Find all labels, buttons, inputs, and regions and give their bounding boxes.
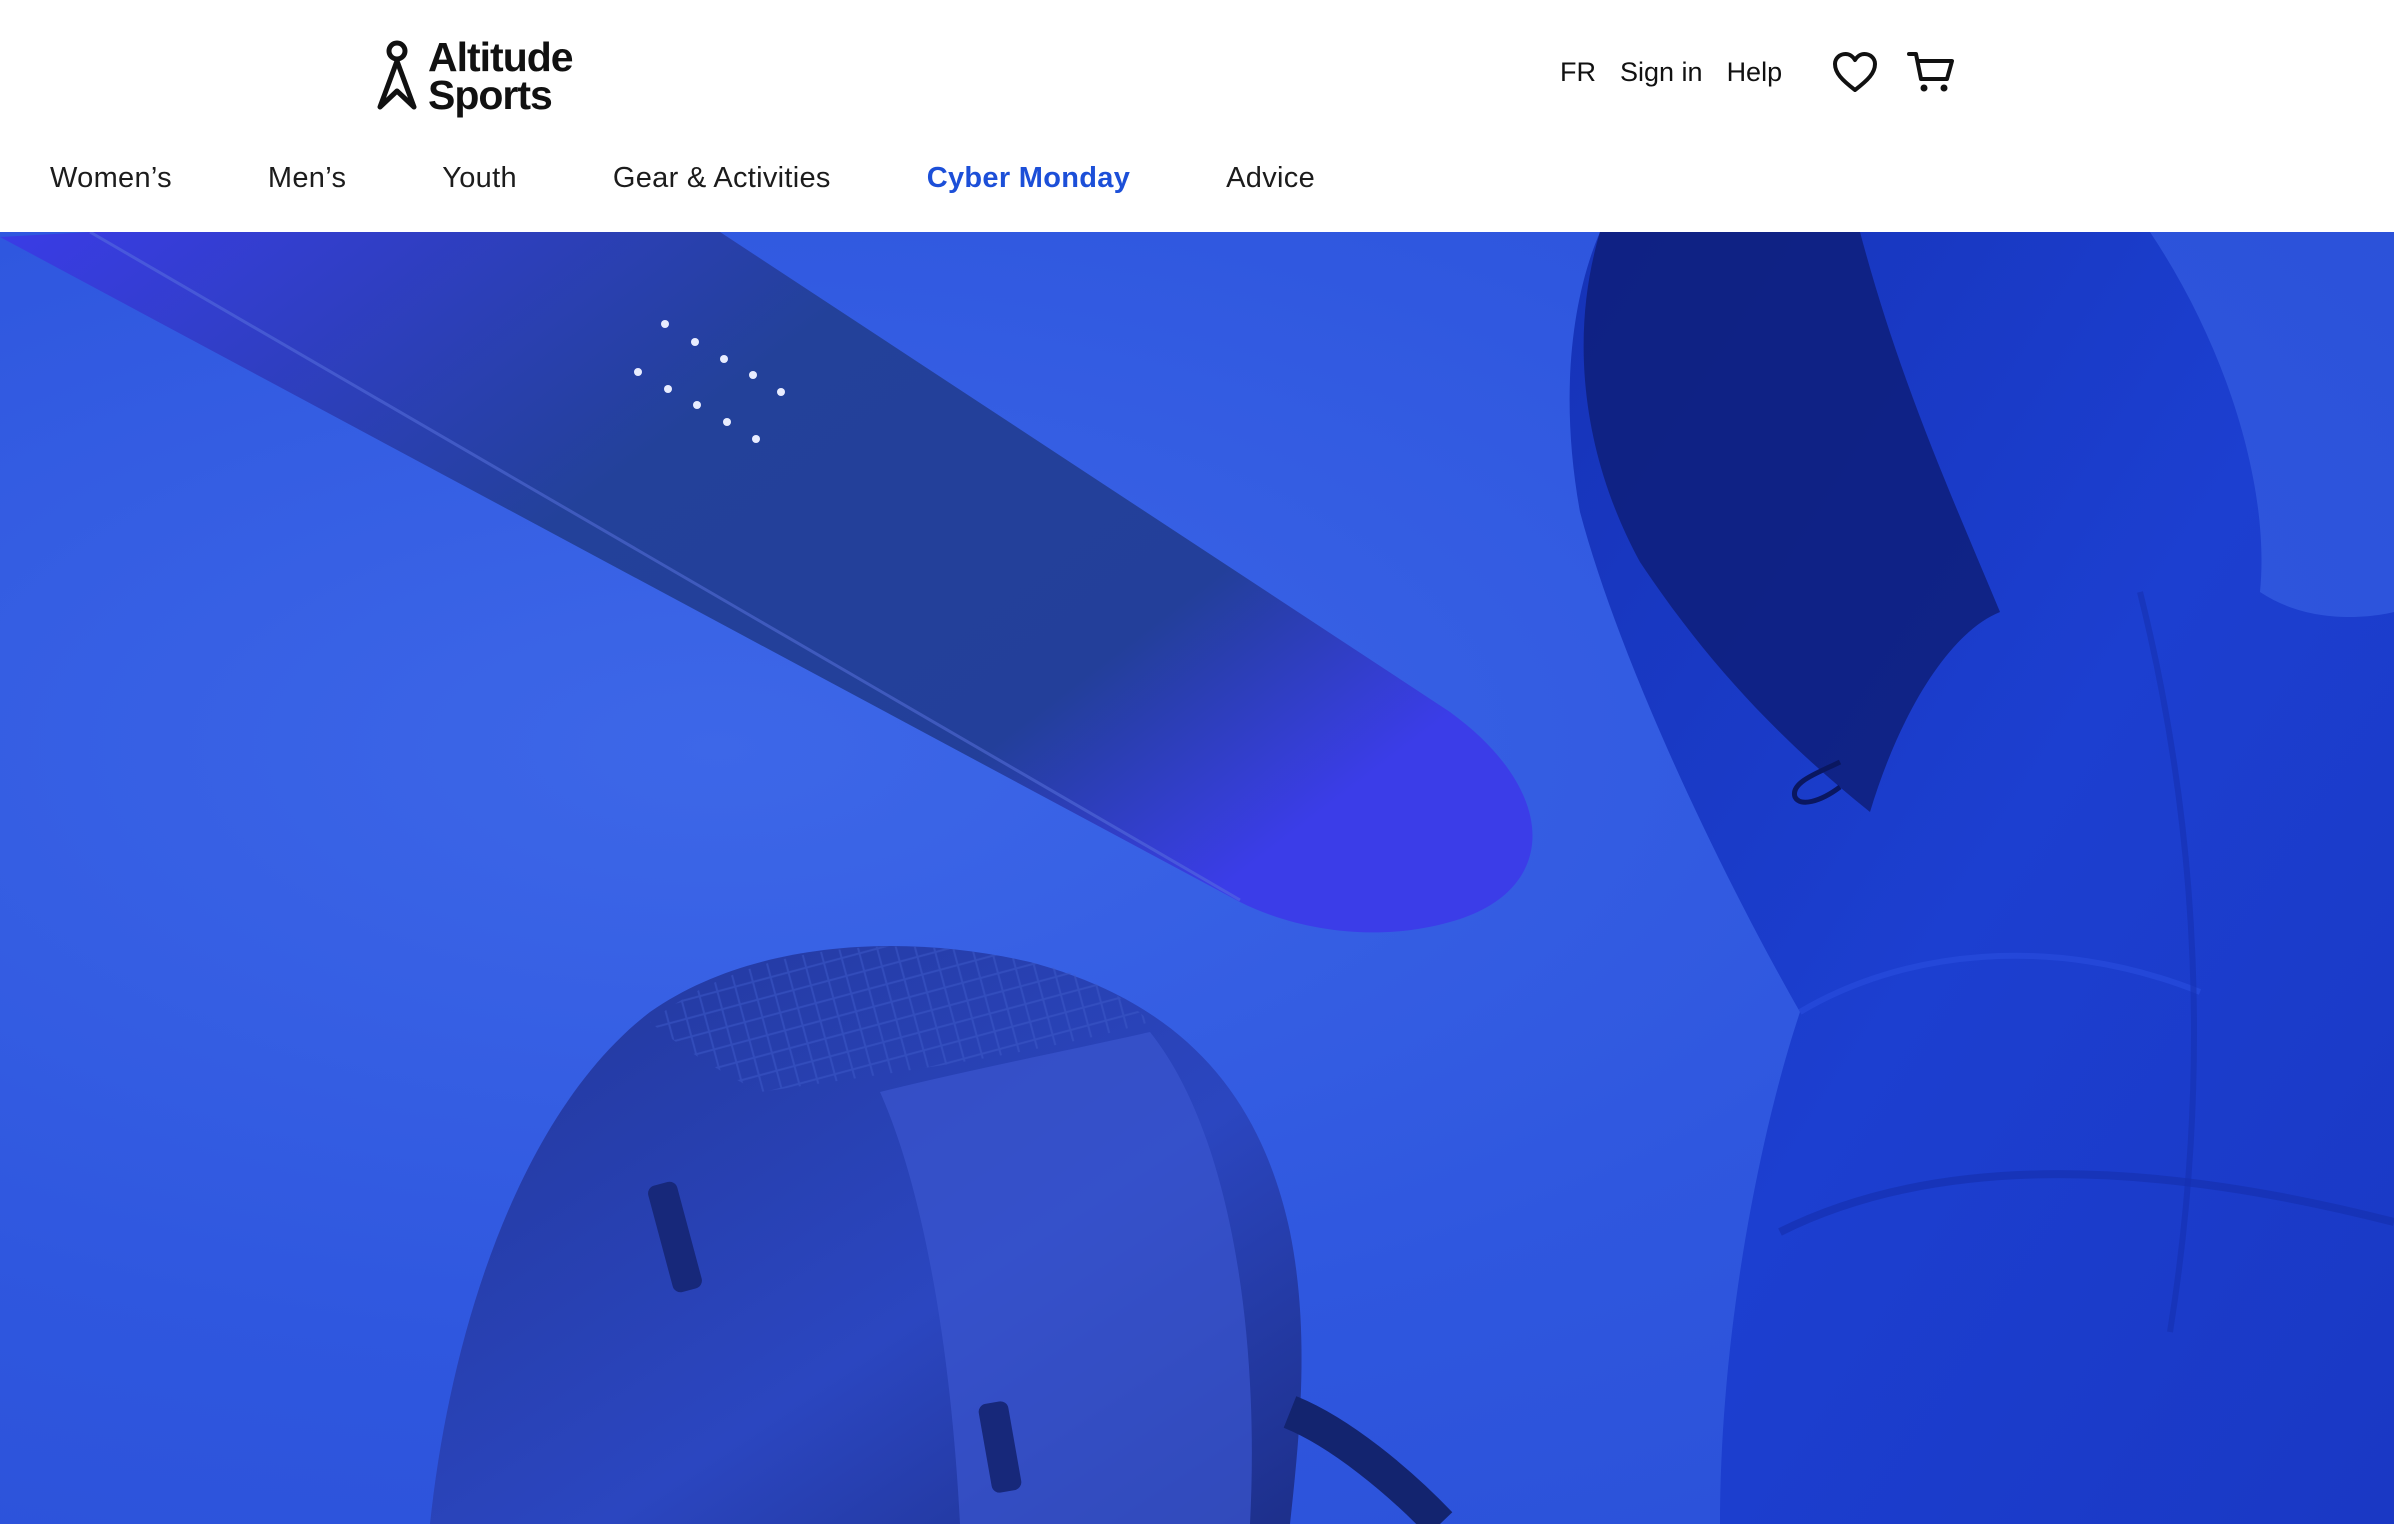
page: Altitude Sports FR Sign in Help Women’s … (0, 0, 2394, 1524)
altitude-sports-logo-icon (377, 40, 417, 110)
brand-name-line1: Altitude (428, 34, 574, 80)
help-link[interactable]: Help (1727, 57, 1783, 88)
wishlist-button[interactable] (1828, 45, 1882, 99)
nav-item-mens[interactable]: Men’s (268, 162, 346, 195)
sign-in-link[interactable]: Sign in (1620, 57, 1703, 88)
snowboard-graphic (0, 232, 1533, 933)
nav-item-womens[interactable]: Women’s (50, 162, 172, 195)
puffer-jacket-graphic (1569, 232, 2394, 1524)
language-toggle[interactable]: FR (1560, 57, 1596, 88)
cart-button[interactable] (1904, 45, 1958, 99)
brand-wordmark: Altitude Sports (428, 34, 574, 118)
nav-item-youth[interactable]: Youth (442, 162, 517, 195)
brand-logo[interactable]: Altitude Sports (376, 34, 574, 118)
nav-item-advice[interactable]: Advice (1226, 162, 1315, 195)
brand-name-line2: Sports (428, 72, 553, 118)
hero-image (0, 232, 2394, 1524)
utility-nav: FR Sign in Help (1560, 46, 1958, 98)
nav-item-cyber-monday[interactable]: Cyber Monday (927, 162, 1130, 195)
heart-icon (1833, 52, 1878, 92)
site-header: Altitude Sports FR Sign in Help Women’s … (0, 0, 2394, 232)
hero-banner[interactable] (0, 232, 2394, 1524)
backpack-graphic (430, 946, 1453, 1524)
nav-item-gear-activities[interactable]: Gear & Activities (613, 162, 831, 195)
shopping-cart-icon (1907, 52, 1955, 92)
main-nav: Women’s Men’s Youth Gear & Activities Cy… (0, 150, 1315, 206)
